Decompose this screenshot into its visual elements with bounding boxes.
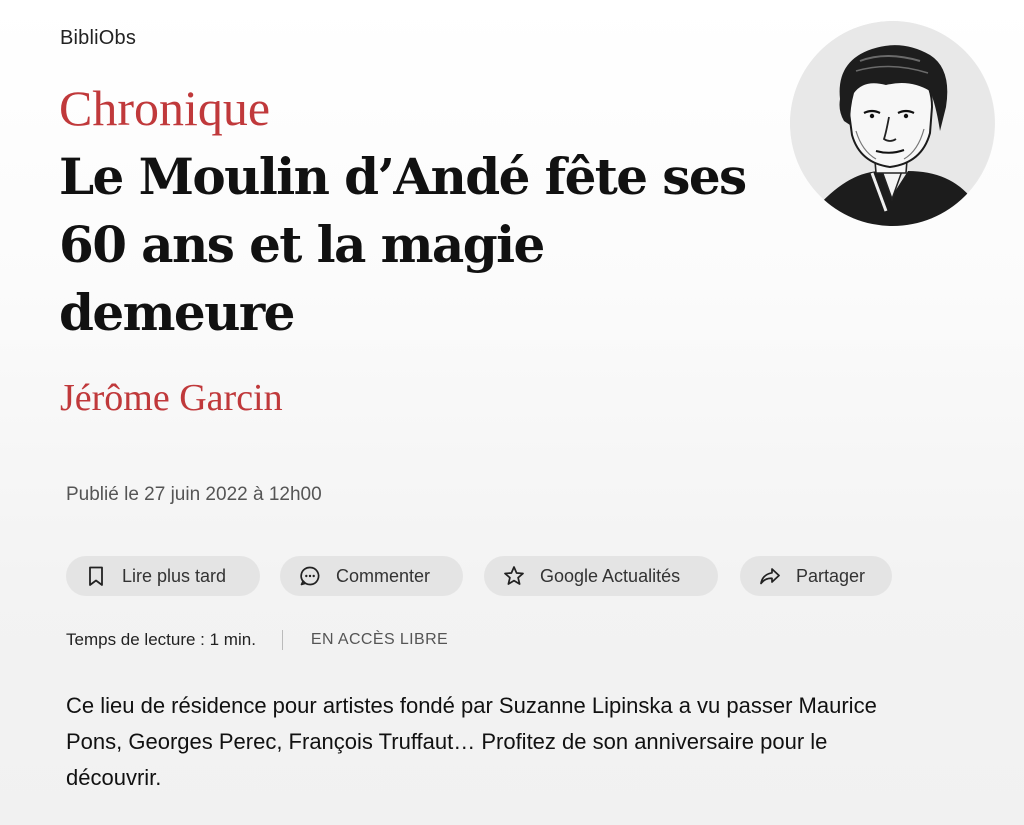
article-meta: Temps de lecture : 1 min. EN ACCÈS LIBRE [66, 628, 448, 652]
bookmark-icon [84, 564, 108, 588]
read-later-label: Lire plus tard [122, 565, 227, 586]
section-label[interactable]: BibliObs [60, 27, 136, 50]
comment-button[interactable]: Commenter [280, 556, 463, 596]
share-icon [758, 564, 782, 588]
article-lede: Ce lieu de résidence pour artistes fondé… [66, 693, 877, 790]
read-later-button[interactable]: Lire plus tard [66, 556, 260, 596]
author-name[interactable]: Jérôme Garcin [60, 374, 283, 422]
google-news-label: Google Actualités [540, 565, 681, 586]
reading-time: Temps de lecture : 1 min. [66, 630, 256, 649]
access-badge: EN ACCÈS LIBRE [310, 631, 449, 648]
author-portrait [790, 21, 995, 226]
publication-date: Publié le 27 juin 2022 à 12h00 [66, 484, 322, 505]
comment-icon [298, 564, 322, 588]
meta-divider [281, 630, 283, 650]
star-icon [502, 564, 526, 588]
comment-label: Commenter [336, 565, 431, 586]
share-button[interactable]: Partager [740, 556, 892, 596]
rubric-label[interactable]: Chronique [59, 78, 270, 138]
google-news-button[interactable]: Google Actualités [484, 556, 718, 596]
share-label: Partager [796, 565, 866, 586]
article-title: Le Moulin d’Andé fête ses 60 ans et la m… [59, 147, 747, 342]
author-portrait-illustration [790, 21, 994, 226]
